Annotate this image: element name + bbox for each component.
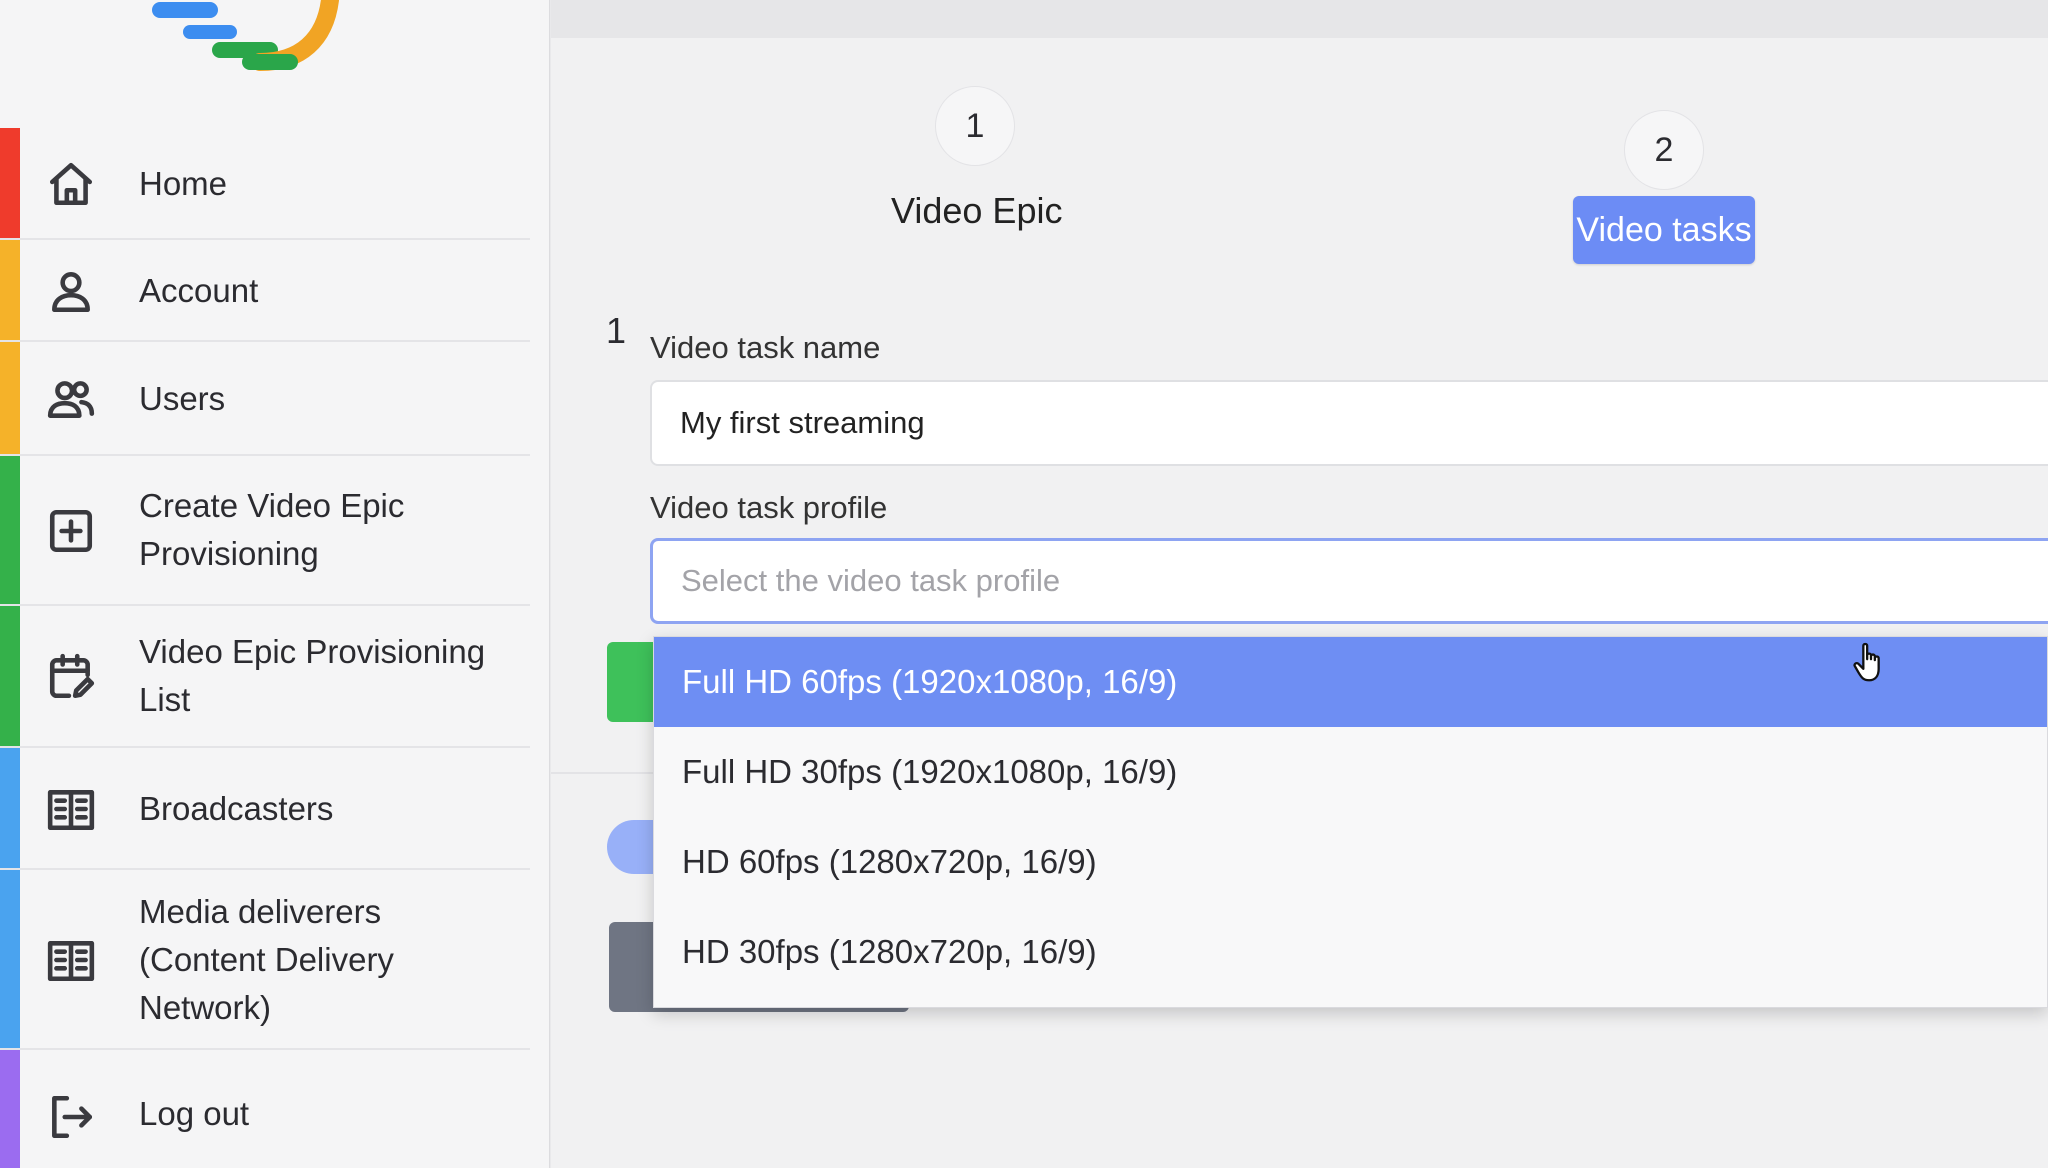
dropdown-option[interactable]: HD 60fps (1280x720p, 16/9) xyxy=(654,817,2047,907)
task-profile-select[interactable] xyxy=(650,538,2048,624)
top-bar xyxy=(551,0,2048,38)
sidebar-item-label: Home xyxy=(139,165,228,202)
sidebar-item-label: Create Video Epic Provisioning xyxy=(139,487,405,572)
sidebar-item-create-video-epic[interactable]: Create Video Epic Provisioning xyxy=(0,456,530,606)
profile-dropdown-list: Full HD 60fps (1920x1080p, 16/9) Full HD… xyxy=(653,636,2048,1008)
task-index: 1 xyxy=(606,310,627,351)
nav-stripe xyxy=(0,1050,20,1168)
sidebar-item-users[interactable]: Users xyxy=(0,342,530,456)
sidebar-item-home[interactable]: Home xyxy=(0,128,530,240)
calendar-edit-icon xyxy=(44,650,98,704)
sidebar-item-label: Users xyxy=(139,380,226,417)
task-profile-label: Video task profile xyxy=(650,490,888,525)
dropdown-option[interactable]: HD 30fps (1280x720p, 16/9) xyxy=(654,907,2047,997)
sidebar-item-label: Broadcasters xyxy=(139,790,334,827)
building-icon xyxy=(44,933,98,987)
sidebar: Home Account Users Create Video Epic Pro… xyxy=(0,0,550,1168)
sidebar-item-media-deliverers[interactable]: Media deliverers (Content Delivery Netwo… xyxy=(0,870,530,1050)
building-icon xyxy=(44,782,98,836)
step-2-number[interactable]: 2 xyxy=(1624,110,1704,190)
dropdown-option[interactable]: Full HD 30fps (1920x1080p, 16/9) xyxy=(654,727,2047,817)
sidebar-item-video-epic-list[interactable]: Video Epic Provisioning List xyxy=(0,606,530,748)
nav-stripe xyxy=(0,240,20,340)
nav-stripe xyxy=(0,606,20,746)
brand-logo xyxy=(152,0,339,71)
nav-stripe xyxy=(0,748,20,868)
app-window: Home Account Users Create Video Epic Pro… xyxy=(0,0,2048,1168)
toggle-switch[interactable] xyxy=(607,820,657,874)
nav-stripe xyxy=(0,128,20,238)
hand-cursor-icon xyxy=(1853,642,1880,682)
logout-icon xyxy=(44,1090,98,1144)
step-1-number[interactable]: 1 xyxy=(935,86,1015,166)
sidebar-item-label: Log out xyxy=(139,1095,250,1132)
sidebar-item-broadcasters[interactable]: Broadcasters xyxy=(0,748,530,870)
main-content: 1 Video Epic 2 Video tasks 1 Video task … xyxy=(551,0,2048,1168)
users-icon xyxy=(44,372,98,426)
sidebar-item-account[interactable]: Account xyxy=(0,240,530,342)
home-icon xyxy=(44,157,98,211)
task-name-input[interactable] xyxy=(650,380,2048,466)
step-2-title[interactable]: Video tasks xyxy=(1573,196,1755,264)
nav-stripe xyxy=(0,456,20,604)
nav-stripe xyxy=(0,342,20,454)
user-icon xyxy=(44,264,98,318)
sidebar-item-label: Video Epic Provisioning List xyxy=(139,633,486,718)
sidebar-item-label: Media deliverers (Content Delivery Netwo… xyxy=(139,893,394,1026)
plus-square-icon xyxy=(44,504,98,558)
sidebar-item-logout[interactable]: Log out xyxy=(0,1050,530,1168)
task-name-label: Video task name xyxy=(650,330,881,365)
nav-stripe xyxy=(0,870,20,1048)
add-task-button[interactable] xyxy=(607,642,657,722)
step-1-title[interactable]: Video Epic xyxy=(891,190,1062,232)
sidebar-item-label: Account xyxy=(139,272,259,309)
dropdown-option[interactable]: Full HD 60fps (1920x1080p, 16/9) xyxy=(654,637,2047,727)
